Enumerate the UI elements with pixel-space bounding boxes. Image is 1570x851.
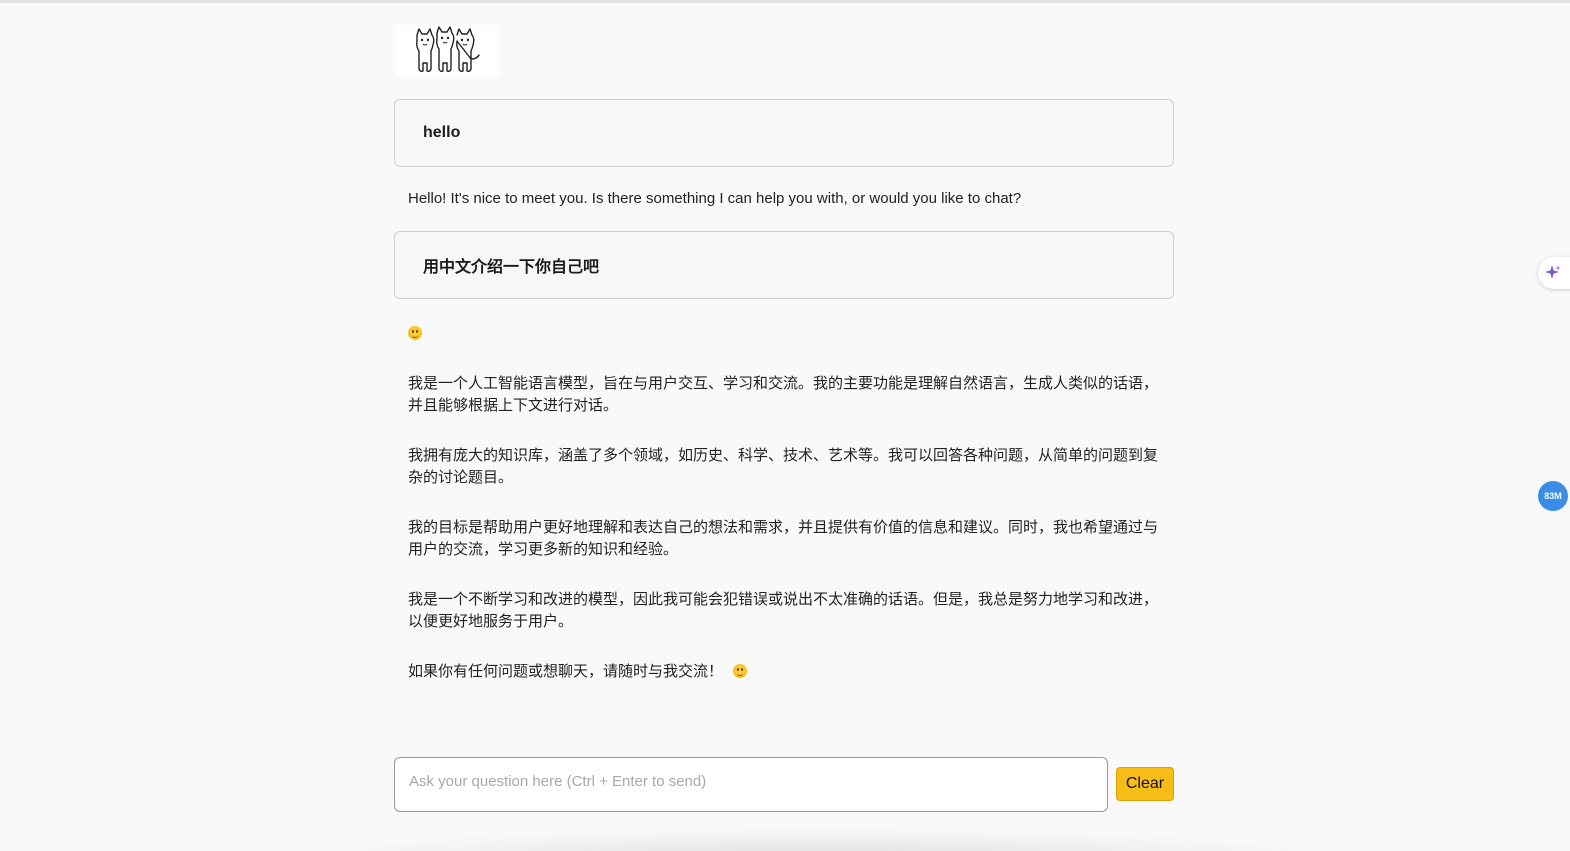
question-input[interactable] (395, 758, 1107, 811)
user-message-1: hello (394, 99, 1174, 167)
user-message-text: 用中文介绍一下你自己吧 (423, 259, 600, 276)
assistant-paragraph: 我拥有庞大的知识库，涵盖了多个领域，如历史、科学、技术、艺术等。我可以回答各种问… (408, 447, 1159, 486)
sparkle-icon (1545, 265, 1561, 279)
alpaca-logo (395, 25, 500, 77)
alpaca-trio-icon (416, 26, 480, 72)
clear-button[interactable]: Clear (1116, 767, 1174, 801)
assistant-paragraph: 我的目标是帮助用户更好地理解和表达自己的想法和需求，并且提供有价值的信息和建议。… (408, 519, 1159, 558)
assistant-paragraph: 如果你有任何问题或想聊天，请随时与我交流！ (408, 663, 724, 680)
assistant-closing-line: 如果你有任何问题或想聊天，请随时与我交流！ (408, 661, 1160, 683)
smile-emoji-icon (733, 664, 748, 678)
assistant-sparkle-button[interactable] (1538, 257, 1570, 289)
assistant-message-1: Hello! It's nice to meet you. Is there s… (408, 188, 1160, 210)
memory-usage-badge[interactable]: 83M (1538, 481, 1568, 511)
smile-emoji-icon (408, 326, 422, 340)
user-message-2: 用中文介绍一下你自己吧 (394, 231, 1174, 299)
assistant-paragraph: 我是一个人工智能语言模型，旨在与用户交互、学习和交流。我的主要功能是理解自然语言… (408, 375, 1159, 414)
bottom-shadow (280, 828, 1360, 851)
assistant-paragraph: Hello! It's nice to meet you. Is there s… (408, 190, 1022, 207)
question-input-box[interactable] (394, 757, 1108, 812)
assistant-message-2: 我是一个人工智能语言模型，旨在与用户交互、学习和交流。我的主要功能是理解自然语言… (408, 323, 1160, 683)
top-divider (0, 0, 1570, 3)
assistant-paragraph: 我是一个不断学习和改进的模型，因此我可能会犯错误或说出不太准确的话语。但是，我总… (408, 591, 1159, 630)
user-message-text: hello (423, 124, 461, 141)
